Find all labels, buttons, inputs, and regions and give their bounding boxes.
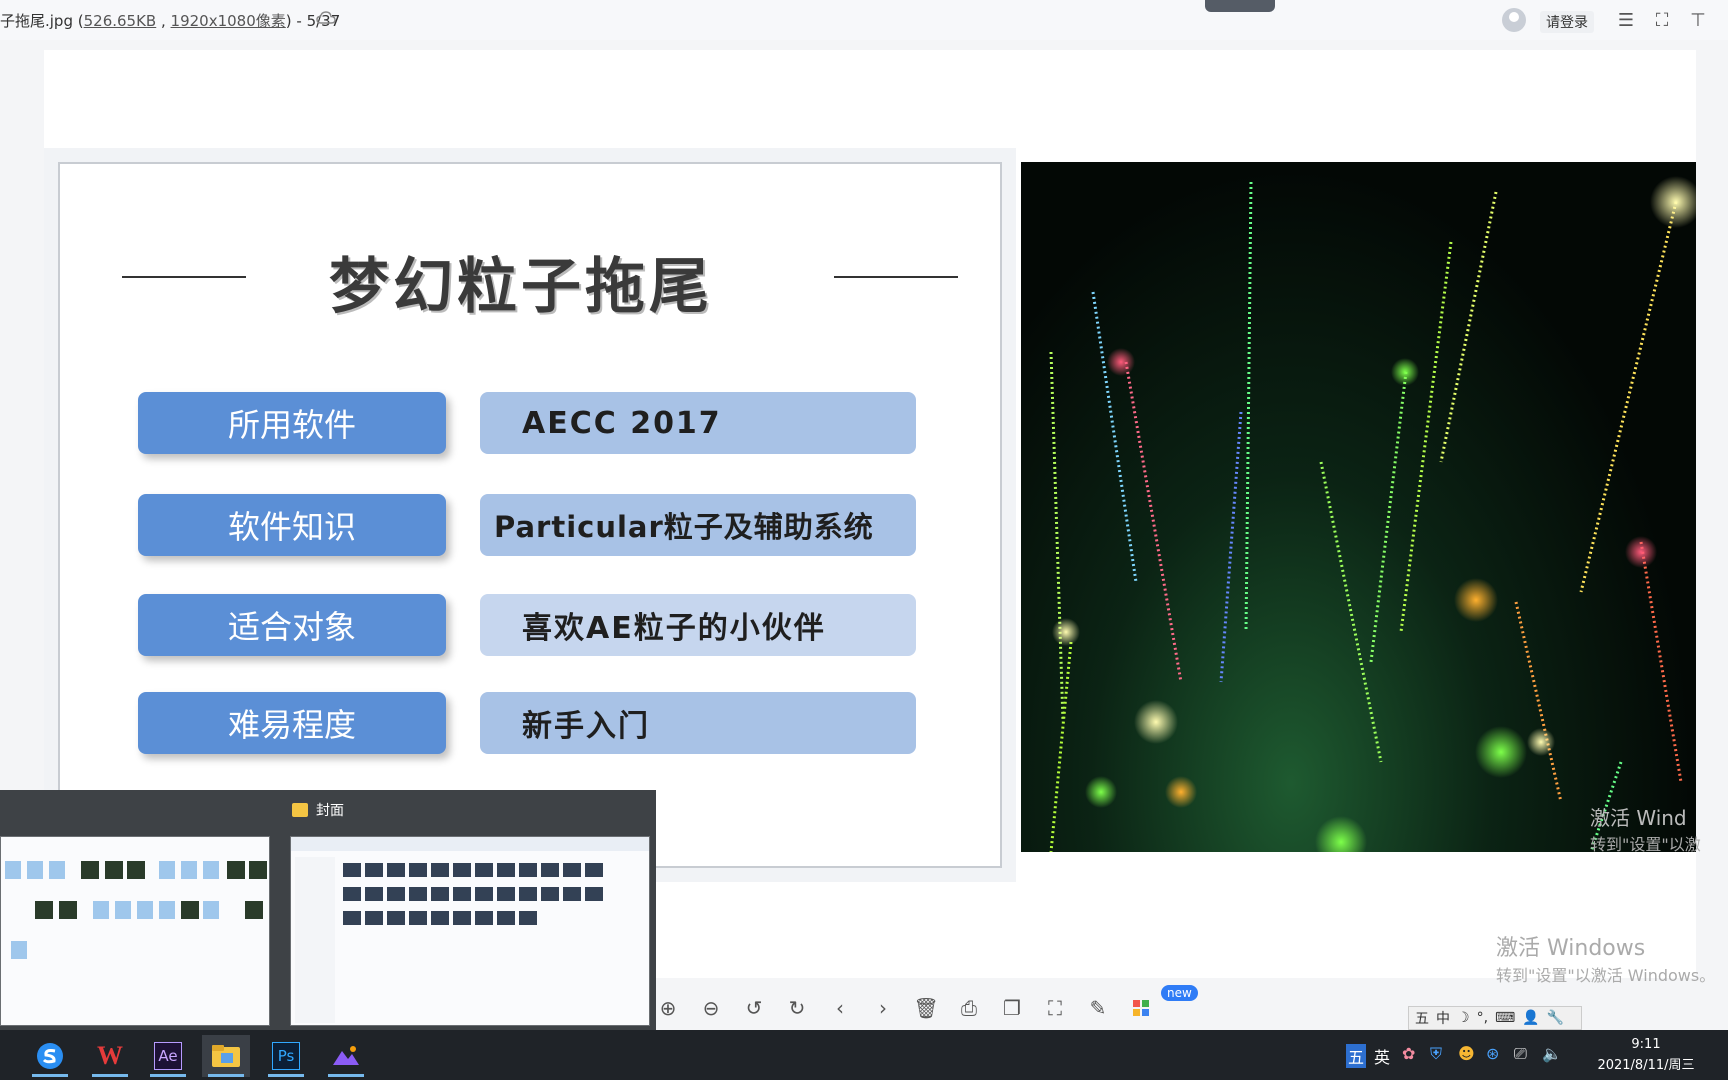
particle-image: [1021, 162, 1696, 852]
window-handle[interactable]: [1205, 0, 1275, 12]
watermark-subtext: 转到"设置"以激活 Windows。: [1496, 966, 1716, 985]
row-label: 所用软件: [138, 392, 446, 454]
fullscreen-icon[interactable]: ⛶: [1650, 8, 1674, 32]
watermark-text: 激活 Wind: [1590, 806, 1687, 830]
copy-icon[interactable]: ❐: [1000, 996, 1024, 1020]
info-row: 所用软件 AECC 2017: [138, 392, 916, 454]
particle-trails: [1049, 176, 1696, 852]
ime-keyboard-icon[interactable]: ⌨: [1495, 1010, 1515, 1026]
image-viewer-icon: [333, 1046, 359, 1065]
ime-punctuation-icon[interactable]: °,: [1477, 1010, 1488, 1026]
folder-icon: [292, 803, 308, 817]
new-badge: new: [1161, 985, 1198, 1001]
window-thumbnail[interactable]: [0, 836, 270, 1026]
login-button[interactable]: 请登录: [1540, 11, 1594, 33]
thumbnail-explorer: [291, 837, 649, 1023]
running-indicator: [92, 1074, 128, 1077]
clock-time: 9:11: [1631, 1037, 1661, 1052]
running-indicator: [150, 1074, 186, 1077]
slide-panel: 梦幻粒子拖尾 所用软件 AECC 2017 软件知识 Particular粒子及…: [58, 162, 1002, 868]
file-info: 子拖尾.jpg (526.65KB , 1920x1080像素) - 5/37: [0, 10, 340, 31]
menu-icon[interactable]: ☰: [1614, 8, 1638, 32]
taskbar-preview-popup: 封面: [0, 790, 656, 1030]
window-thumbnail-active[interactable]: [290, 836, 650, 1026]
info-row: 难易程度 新手入门: [138, 692, 916, 754]
clock-date: 2021/8/11/周三: [1597, 1058, 1695, 1073]
previous-icon[interactable]: ‹: [828, 996, 852, 1020]
file-name: 子拖尾.jpg (: [0, 12, 84, 30]
folder-icon: [212, 1045, 240, 1067]
ime-wubi-button[interactable]: 五: [1415, 1008, 1429, 1028]
avatar[interactable]: [1502, 8, 1526, 32]
row-value: 喜欢AE粒子的小伙伴: [480, 594, 916, 656]
taskbar-file-explorer[interactable]: [202, 1035, 250, 1077]
slide-title: 梦幻粒子拖尾: [329, 252, 713, 322]
row-value: 新手入门: [480, 692, 916, 754]
rotate-right-icon[interactable]: ↻: [785, 996, 809, 1020]
wps-icon: W: [97, 1041, 123, 1070]
taskbar-after-effects[interactable]: Ae: [144, 1035, 192, 1077]
ime-moon-icon[interactable]: ☽: [1457, 1010, 1470, 1026]
taskbar-image-viewer[interactable]: [322, 1035, 370, 1077]
running-indicator: [32, 1074, 68, 1077]
sogou-browser-icon: [37, 1043, 63, 1069]
taskbar-sogou-browser[interactable]: [26, 1035, 74, 1077]
tray-shield-icon[interactable]: ⛨: [1430, 1044, 1442, 1064]
tray-flower-icon[interactable]: ✿: [1402, 1044, 1415, 1063]
taskbar-clock[interactable]: 9:11 2021/8/11/周三: [1584, 1034, 1708, 1076]
row-label: 软件知识: [138, 494, 446, 556]
ime-user-icon[interactable]: 👤: [1522, 1010, 1539, 1026]
taskbar-wps[interactable]: W: [86, 1035, 134, 1077]
after-effects-icon: Ae: [154, 1042, 182, 1070]
preview-title-text: 封面: [316, 803, 344, 819]
delete-icon[interactable]: 🗑: [913, 996, 938, 1020]
tray-language[interactable]: 英: [1374, 1044, 1390, 1068]
cloud-icon[interactable]: [316, 10, 336, 26]
edit-icon[interactable]: ✎: [1086, 996, 1110, 1020]
rotate-left-icon[interactable]: ↺: [742, 996, 766, 1020]
tray-network-icon[interactable]: ⎚: [1514, 1044, 1527, 1064]
pin-icon[interactable]: ⊤: [1686, 8, 1710, 32]
viewer-toolbar: ⊕ ⊖ ↺ ↻ ‹ › 🗑 ⎙ ❐ ⛶ ✎: [656, 992, 1153, 1024]
ime-toolbar: 五 中 ☽ °, ⌨ 👤 🔧: [1408, 1006, 1582, 1030]
photoshop-icon: Ps: [272, 1042, 300, 1070]
taskbar: W Ae Ps 五 英 ✿ ⛨ ☻ ⊛ ⎚ 🔈 9:11 2021/8/11/周…: [0, 1030, 1728, 1080]
activation-watermark-small: 激活 Wind 转到"设置"以激: [1590, 802, 1701, 855]
title-rule-right: [834, 276, 958, 278]
thumbnail-grid: [5, 861, 267, 959]
title-bar: 子拖尾.jpg (526.65KB , 1920x1080像素) - 5/37 …: [0, 0, 1728, 40]
tray-app-icon[interactable]: ☻: [1458, 1044, 1475, 1063]
row-value: Particular粒子及辅助系统: [480, 494, 916, 556]
title-rule-left: [122, 276, 246, 278]
row-value: AECC 2017: [480, 392, 916, 454]
watermark-subtext: 转到"设置"以激: [1590, 835, 1701, 854]
info-row: 软件知识 Particular粒子及辅助系统: [138, 494, 916, 556]
file-size[interactable]: 526.65KB: [84, 12, 157, 30]
info-row: 适合对象 喜欢AE粒子的小伙伴: [138, 594, 916, 656]
running-indicator: [328, 1074, 364, 1077]
zoom-in-icon[interactable]: ⊕: [656, 996, 680, 1020]
ime-settings-icon[interactable]: 🔧: [1547, 1010, 1564, 1026]
tray-ime-wubi[interactable]: 五: [1346, 1044, 1367, 1068]
print-icon[interactable]: ⎙: [957, 996, 981, 1020]
screenshot-icon[interactable]: ⛶: [1043, 996, 1067, 1020]
watermark-text: 激活 Windows: [1496, 936, 1646, 961]
zoom-out-icon[interactable]: ⊖: [699, 996, 723, 1020]
apps-icon[interactable]: [1129, 996, 1153, 1020]
next-icon[interactable]: ›: [871, 996, 895, 1020]
tray-security-icon[interactable]: ⊛: [1486, 1044, 1499, 1063]
separator: ,: [156, 12, 171, 30]
running-indicator: [268, 1074, 304, 1077]
ime-chinese-button[interactable]: 中: [1436, 1008, 1450, 1028]
activation-watermark: 激活 Windows 转到"设置"以激活 Windows。: [1496, 930, 1715, 986]
running-indicator: [208, 1074, 244, 1077]
row-label: 难易程度: [138, 692, 446, 754]
preview-title: 封面: [292, 798, 344, 822]
taskbar-photoshop[interactable]: Ps: [262, 1035, 310, 1077]
image-dimensions[interactable]: 1920x1080像素: [171, 12, 286, 30]
row-label: 适合对象: [138, 594, 446, 656]
tray-volume-icon[interactable]: 🔈: [1542, 1044, 1562, 1063]
